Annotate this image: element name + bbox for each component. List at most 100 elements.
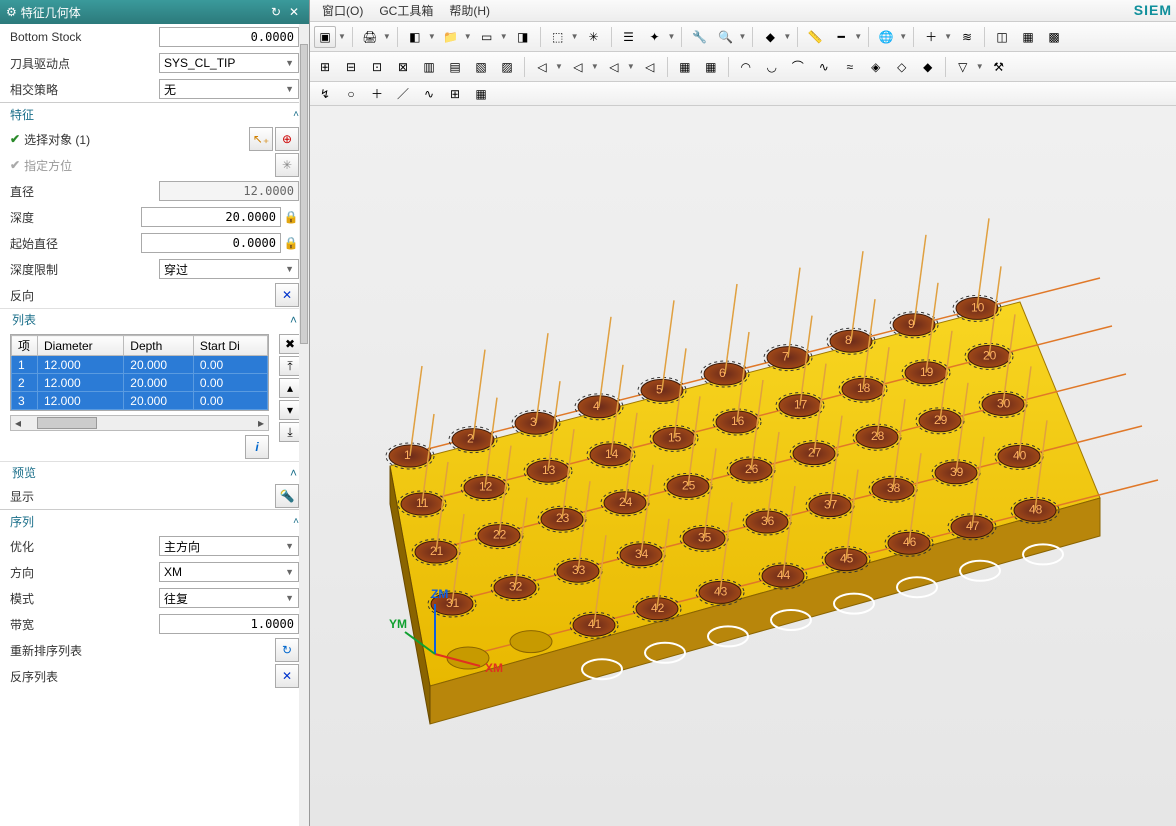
tb-print-icon[interactable]: 🖨 bbox=[359, 26, 381, 48]
tb2-f-icon[interactable]: ▤ bbox=[444, 56, 466, 78]
feature-section-header[interactable]: 特征˄ bbox=[0, 102, 309, 126]
select-target-button[interactable]: ⊕ bbox=[275, 127, 299, 151]
mode-select[interactable]: 往复▼ bbox=[159, 588, 299, 608]
tb-cube2-icon[interactable]: ▦ bbox=[1017, 26, 1039, 48]
tb3-curve7-icon[interactable]: ▦ bbox=[470, 83, 492, 105]
tb2-sp2-icon[interactable]: ◁ bbox=[567, 56, 589, 78]
tb3-curve1-icon[interactable]: ↯ bbox=[314, 83, 336, 105]
reorder-button[interactable]: ↻ bbox=[275, 638, 299, 662]
tb2-a-icon[interactable]: ⊞ bbox=[314, 56, 336, 78]
tb-model-icon[interactable]: ⬚ bbox=[547, 26, 569, 48]
menu-gctool[interactable]: GC工具箱 bbox=[371, 2, 441, 19]
tb2-surf8-icon[interactable]: ◆ bbox=[917, 56, 939, 78]
list-bottom-button[interactable]: ⤓ bbox=[279, 422, 301, 442]
tb2-b-icon[interactable]: ⊟ bbox=[340, 56, 362, 78]
list-info-button[interactable]: i bbox=[245, 435, 269, 459]
sequence-section-header[interactable]: 序列˄ bbox=[0, 509, 309, 533]
lock-icon[interactable]: 🔒 bbox=[283, 235, 299, 251]
tb-list-icon[interactable]: ☰ bbox=[618, 26, 640, 48]
list-down-button[interactable]: ▾ bbox=[279, 400, 301, 420]
svg-text:26: 26 bbox=[745, 462, 759, 476]
tb-cube3-icon[interactable]: ▩ bbox=[1043, 26, 1065, 48]
tool-drive-select[interactable]: SYS_CL_TIP▼ bbox=[159, 53, 299, 73]
lock-icon[interactable]: 🔒 bbox=[283, 209, 299, 225]
list-up-button[interactable]: ▴ bbox=[279, 378, 301, 398]
tb-folder-icon[interactable]: 📁 bbox=[440, 26, 462, 48]
list-top-button[interactable]: ⤒ bbox=[279, 356, 301, 376]
revseq-button[interactable]: ✕ bbox=[275, 664, 299, 688]
tb2-surf1-icon[interactable]: ◠ bbox=[735, 56, 757, 78]
tb2-sp4-icon[interactable]: ◁ bbox=[639, 56, 661, 78]
reorder-label: 重新排序列表 bbox=[10, 642, 273, 659]
col-diameter[interactable]: Diameter bbox=[38, 336, 124, 356]
start-dia-input[interactable] bbox=[141, 233, 281, 253]
tb2-grid1-icon[interactable]: ▦ bbox=[674, 56, 696, 78]
tb2-sp3-icon[interactable]: ◁ bbox=[603, 56, 625, 78]
tb2-sp1-icon[interactable]: ◁ bbox=[531, 56, 553, 78]
tb2-g-icon[interactable]: ▧ bbox=[470, 56, 492, 78]
tb2-surf5-icon[interactable]: ≈ bbox=[839, 56, 861, 78]
tb-ruler-icon[interactable]: ━ bbox=[830, 26, 852, 48]
tb3-curve2-icon[interactable]: ○ bbox=[340, 83, 362, 105]
optimize-label: 优化 bbox=[10, 538, 159, 555]
tb2-c-icon[interactable]: ⊡ bbox=[366, 56, 388, 78]
reverse-button[interactable]: ✕ bbox=[275, 283, 299, 307]
tb-axis-icon[interactable]: ✦ bbox=[644, 26, 666, 48]
table-row[interactable]: 112.00020.0000.00 bbox=[12, 356, 268, 374]
col-startdi[interactable]: Start Di bbox=[193, 336, 267, 356]
col-item[interactable]: 项 bbox=[12, 336, 38, 356]
table-row[interactable]: 312.00020.0000.00 bbox=[12, 392, 268, 410]
show-preview-button[interactable]: 🔦 bbox=[275, 484, 299, 508]
tb2-surf2-icon[interactable]: ◡ bbox=[761, 56, 783, 78]
list-remove-button[interactable]: ✖ bbox=[279, 334, 301, 354]
depth-input[interactable] bbox=[141, 207, 281, 227]
tb-shade-icon[interactable]: ◨ bbox=[512, 26, 534, 48]
orient-csys-button[interactable]: ✳ bbox=[275, 153, 299, 177]
tb2-d-icon[interactable]: ⊠ bbox=[392, 56, 414, 78]
table-row[interactable]: 212.00020.0000.00 bbox=[12, 374, 268, 392]
tb-diamond-icon[interactable]: ◆ bbox=[759, 26, 781, 48]
tb3-curve4-icon[interactable]: ／ bbox=[392, 83, 414, 105]
tb3-curve5-icon[interactable]: ∿ bbox=[418, 83, 440, 105]
tb3-curve6-icon[interactable]: ⊞ bbox=[444, 83, 466, 105]
tb-globe-icon[interactable]: 🌐 bbox=[875, 26, 897, 48]
feature-table[interactable]: 项 Diameter Depth Start Di 112.00020.0000… bbox=[10, 334, 269, 411]
tb-fit-icon[interactable]: ▣ bbox=[314, 26, 336, 48]
tb2-surf6-icon[interactable]: ◈ bbox=[865, 56, 887, 78]
menu-help[interactable]: 帮助(H) bbox=[441, 2, 498, 19]
tb-box-icon[interactable]: ◧ bbox=[404, 26, 426, 48]
tb-csys-icon[interactable]: ✳ bbox=[583, 26, 605, 48]
intersect-select[interactable]: 无▼ bbox=[159, 79, 299, 99]
tb2-h-icon[interactable]: ▨ bbox=[496, 56, 518, 78]
tb-wrench-icon[interactable]: 🔧 bbox=[688, 26, 710, 48]
tb-layers-icon[interactable]: ≋ bbox=[956, 26, 978, 48]
tb-magnify-icon[interactable]: 🔍 bbox=[714, 26, 736, 48]
reset-icon[interactable]: ↻ bbox=[267, 3, 285, 21]
direction-select[interactable]: XM▼ bbox=[159, 562, 299, 582]
select-cursor-button[interactable]: ↖₊ bbox=[249, 127, 273, 151]
band-input[interactable] bbox=[159, 614, 299, 634]
tb-plus-icon[interactable]: ＋ bbox=[920, 26, 942, 48]
tb2-tool-icon[interactable]: ⚒ bbox=[988, 56, 1010, 78]
tb2-grid2-icon[interactable]: ▦ bbox=[700, 56, 722, 78]
tb-cube1-icon[interactable]: ◫ bbox=[991, 26, 1013, 48]
tb-measure-icon[interactable]: 📏 bbox=[804, 26, 826, 48]
col-depth[interactable]: Depth bbox=[124, 336, 194, 356]
tb2-surf3-icon[interactable]: ⌒ bbox=[787, 56, 809, 78]
optimize-select[interactable]: 主方向▼ bbox=[159, 536, 299, 556]
menu-window[interactable]: 窗口(O) bbox=[314, 2, 371, 19]
tb2-surf4-icon[interactable]: ∿ bbox=[813, 56, 835, 78]
table-hscroll[interactable]: ◂▸ bbox=[10, 415, 269, 431]
preview-section-header[interactable]: 预览˄ bbox=[0, 461, 309, 483]
depth-limit-select[interactable]: 穿过▼ bbox=[159, 259, 299, 279]
panel-vscroll[interactable] bbox=[299, 24, 309, 826]
tb2-e-icon[interactable]: ▥ bbox=[418, 56, 440, 78]
tb2-surf7-icon[interactable]: ◇ bbox=[891, 56, 913, 78]
list-section-header[interactable]: 列表˄ bbox=[0, 308, 309, 330]
close-icon[interactable]: ✕ bbox=[285, 3, 303, 21]
viewport[interactable]: 1234567891011121314151617181920212223242… bbox=[310, 106, 1176, 826]
tb2-tri-icon[interactable]: ▽ bbox=[952, 56, 974, 78]
tb-sheet-icon[interactable]: ▭ bbox=[476, 26, 498, 48]
tb3-curve3-icon[interactable]: ＋ bbox=[366, 83, 388, 105]
bottom-stock-input[interactable] bbox=[159, 27, 299, 47]
